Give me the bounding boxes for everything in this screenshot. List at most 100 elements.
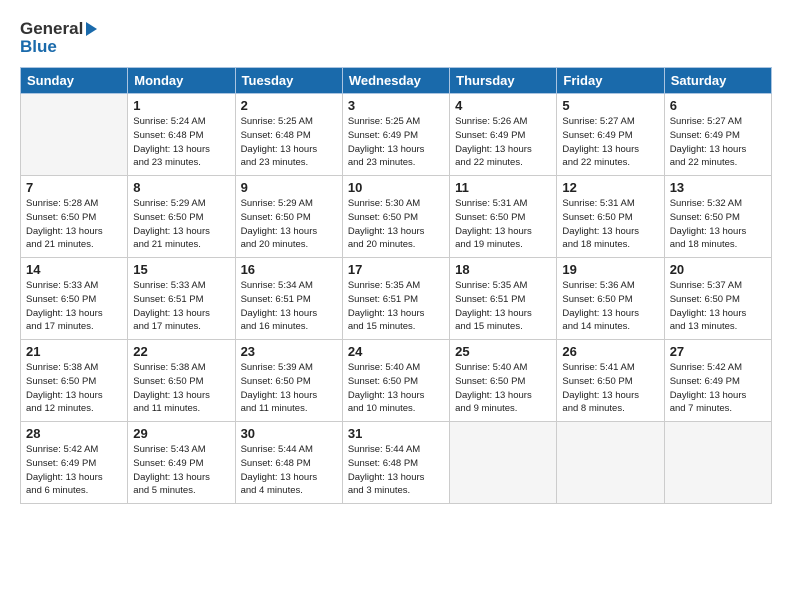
cell-info: Sunrise: 5:25 AM Sunset: 6:49 PM Dayligh… <box>348 115 444 170</box>
day-number: 19 <box>562 262 658 277</box>
calendar-cell: 25Sunrise: 5:40 AM Sunset: 6:50 PM Dayli… <box>450 340 557 422</box>
cell-info: Sunrise: 5:35 AM Sunset: 6:51 PM Dayligh… <box>348 279 444 334</box>
day-number: 9 <box>241 180 337 195</box>
cell-info: Sunrise: 5:27 AM Sunset: 6:49 PM Dayligh… <box>670 115 766 170</box>
day-number: 10 <box>348 180 444 195</box>
logo: General Blue <box>20 18 97 57</box>
calendar-cell: 2 Sunrise: 5:25 AM Sunset: 6:48 PM Daylig… <box>235 94 342 176</box>
day-number: 23 <box>241 344 337 359</box>
calendar-cell: 9 Sunrise: 5:29 AM Sunset: 6:50 PM Daylig… <box>235 176 342 258</box>
calendar-cell: 26 Sunrise: 5:41 AM Sunset: 6:50 PM Dayli… <box>557 340 664 422</box>
weekday-header-wednesday: Wednesday <box>342 68 449 94</box>
calendar-cell: 16 Sunrise: 5:34 AM Sunset: 6:51 PM Dayli… <box>235 258 342 340</box>
week-row-5: 28Sunrise: 5:42 AM Sunset: 6:49 PM Dayli… <box>21 422 772 504</box>
cell-info: Sunrise: 5:25 AM Sunset: 6:48 PM Dayligh… <box>241 115 337 170</box>
calendar-cell: 27 Sunrise: 5:42 AM Sunset: 6:49 PM Dayli… <box>664 340 771 422</box>
week-row-2: 7Sunrise: 5:28 AM Sunset: 6:50 PM Daylig… <box>21 176 772 258</box>
week-row-4: 21 Sunrise: 5:38 AM Sunset: 6:50 PM Dayli… <box>21 340 772 422</box>
day-number: 8 <box>133 180 229 195</box>
day-number: 16 <box>241 262 337 277</box>
logo-general-text: General <box>20 19 83 38</box>
cell-info: Sunrise: 5:33 AM Sunset: 6:50 PM Dayligh… <box>26 279 122 334</box>
day-number: 22 <box>133 344 229 359</box>
weekday-header-tuesday: Tuesday <box>235 68 342 94</box>
day-number: 29 <box>133 426 229 441</box>
day-number: 14 <box>26 262 122 277</box>
weekday-header-row: SundayMondayTuesdayWednesdayThursdayFrid… <box>21 68 772 94</box>
calendar-cell: 31Sunrise: 5:44 AM Sunset: 6:48 PM Dayli… <box>342 422 449 504</box>
day-number: 12 <box>562 180 658 195</box>
calendar-cell <box>450 422 557 504</box>
cell-info: Sunrise: 5:31 AM Sunset: 6:50 PM Dayligh… <box>562 197 658 252</box>
page: General Blue SundayMondayTuesdayWednesda… <box>0 0 792 612</box>
calendar-cell: 30Sunrise: 5:44 AM Sunset: 6:48 PM Dayli… <box>235 422 342 504</box>
weekday-header-saturday: Saturday <box>664 68 771 94</box>
cell-info: Sunrise: 5:34 AM Sunset: 6:51 PM Dayligh… <box>241 279 337 334</box>
weekday-header-thursday: Thursday <box>450 68 557 94</box>
calendar-cell: 21 Sunrise: 5:38 AM Sunset: 6:50 PM Dayli… <box>21 340 128 422</box>
day-number: 1 <box>133 98 229 113</box>
calendar-cell: 17 Sunrise: 5:35 AM Sunset: 6:51 PM Dayli… <box>342 258 449 340</box>
calendar-cell: 8 Sunrise: 5:29 AM Sunset: 6:50 PM Daylig… <box>128 176 235 258</box>
calendar-cell: 18Sunrise: 5:35 AM Sunset: 6:51 PM Dayli… <box>450 258 557 340</box>
day-number: 27 <box>670 344 766 359</box>
day-number: 15 <box>133 262 229 277</box>
day-number: 17 <box>348 262 444 277</box>
week-row-3: 14 Sunrise: 5:33 AM Sunset: 6:50 PM Dayli… <box>21 258 772 340</box>
calendar-cell: 29 Sunrise: 5:43 AM Sunset: 6:49 PM Dayli… <box>128 422 235 504</box>
cell-info: Sunrise: 5:42 AM Sunset: 6:49 PM Dayligh… <box>670 361 766 416</box>
logo-general: General <box>20 18 97 39</box>
calendar-table: SundayMondayTuesdayWednesdayThursdayFrid… <box>20 67 772 504</box>
cell-info: Sunrise: 5:36 AM Sunset: 6:50 PM Dayligh… <box>562 279 658 334</box>
calendar-cell <box>664 422 771 504</box>
cell-info: Sunrise: 5:44 AM Sunset: 6:48 PM Dayligh… <box>241 443 337 498</box>
cell-info: Sunrise: 5:30 AM Sunset: 6:50 PM Dayligh… <box>348 197 444 252</box>
calendar-cell: 1 Sunrise: 5:24 AM Sunset: 6:48 PM Daylig… <box>128 94 235 176</box>
calendar-cell: 4 Sunrise: 5:26 AM Sunset: 6:49 PM Daylig… <box>450 94 557 176</box>
day-number: 2 <box>241 98 337 113</box>
calendar-cell: 19 Sunrise: 5:36 AM Sunset: 6:50 PM Dayli… <box>557 258 664 340</box>
calendar-cell <box>557 422 664 504</box>
calendar-cell: 23 Sunrise: 5:39 AM Sunset: 6:50 PM Dayli… <box>235 340 342 422</box>
cell-info: Sunrise: 5:41 AM Sunset: 6:50 PM Dayligh… <box>562 361 658 416</box>
calendar-cell: 14 Sunrise: 5:33 AM Sunset: 6:50 PM Dayli… <box>21 258 128 340</box>
calendar-cell: 11 Sunrise: 5:31 AM Sunset: 6:50 PM Dayli… <box>450 176 557 258</box>
day-number: 24 <box>348 344 444 359</box>
calendar-cell: 3 Sunrise: 5:25 AM Sunset: 6:49 PM Daylig… <box>342 94 449 176</box>
day-number: 11 <box>455 180 551 195</box>
calendar-cell: 28Sunrise: 5:42 AM Sunset: 6:49 PM Dayli… <box>21 422 128 504</box>
logo-arrow-icon <box>86 22 97 36</box>
calendar-cell: 6Sunrise: 5:27 AM Sunset: 6:49 PM Daylig… <box>664 94 771 176</box>
cell-info: Sunrise: 5:33 AM Sunset: 6:51 PM Dayligh… <box>133 279 229 334</box>
calendar-cell: 15 Sunrise: 5:33 AM Sunset: 6:51 PM Dayli… <box>128 258 235 340</box>
day-number: 13 <box>670 180 766 195</box>
calendar-cell: 13Sunrise: 5:32 AM Sunset: 6:50 PM Dayli… <box>664 176 771 258</box>
cell-info: Sunrise: 5:29 AM Sunset: 6:50 PM Dayligh… <box>241 197 337 252</box>
calendar-cell <box>21 94 128 176</box>
logo-blue-text: Blue <box>20 37 57 57</box>
day-number: 4 <box>455 98 551 113</box>
calendar-cell: 24Sunrise: 5:40 AM Sunset: 6:50 PM Dayli… <box>342 340 449 422</box>
cell-info: Sunrise: 5:24 AM Sunset: 6:48 PM Dayligh… <box>133 115 229 170</box>
day-number: 21 <box>26 344 122 359</box>
calendar-cell: 22 Sunrise: 5:38 AM Sunset: 6:50 PM Dayli… <box>128 340 235 422</box>
week-row-1: 1 Sunrise: 5:24 AM Sunset: 6:48 PM Daylig… <box>21 94 772 176</box>
calendar-cell: 12 Sunrise: 5:31 AM Sunset: 6:50 PM Dayli… <box>557 176 664 258</box>
header: General Blue <box>20 18 772 57</box>
cell-info: Sunrise: 5:28 AM Sunset: 6:50 PM Dayligh… <box>26 197 122 252</box>
cell-info: Sunrise: 5:43 AM Sunset: 6:49 PM Dayligh… <box>133 443 229 498</box>
cell-info: Sunrise: 5:38 AM Sunset: 6:50 PM Dayligh… <box>133 361 229 416</box>
cell-info: Sunrise: 5:31 AM Sunset: 6:50 PM Dayligh… <box>455 197 551 252</box>
day-number: 26 <box>562 344 658 359</box>
calendar-cell: 7Sunrise: 5:28 AM Sunset: 6:50 PM Daylig… <box>21 176 128 258</box>
day-number: 28 <box>26 426 122 441</box>
cell-info: Sunrise: 5:26 AM Sunset: 6:49 PM Dayligh… <box>455 115 551 170</box>
day-number: 3 <box>348 98 444 113</box>
cell-info: Sunrise: 5:39 AM Sunset: 6:50 PM Dayligh… <box>241 361 337 416</box>
cell-info: Sunrise: 5:40 AM Sunset: 6:50 PM Dayligh… <box>455 361 551 416</box>
weekday-header-monday: Monday <box>128 68 235 94</box>
cell-info: Sunrise: 5:37 AM Sunset: 6:50 PM Dayligh… <box>670 279 766 334</box>
cell-info: Sunrise: 5:29 AM Sunset: 6:50 PM Dayligh… <box>133 197 229 252</box>
cell-info: Sunrise: 5:38 AM Sunset: 6:50 PM Dayligh… <box>26 361 122 416</box>
day-number: 18 <box>455 262 551 277</box>
